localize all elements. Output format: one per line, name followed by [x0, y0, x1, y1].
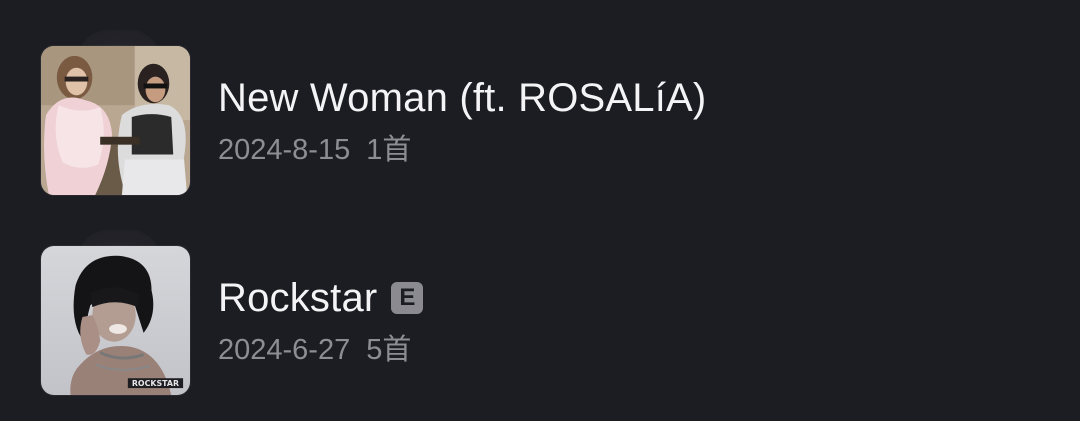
- album-row[interactable]: New Woman (ft. ROSALíA) 2024-8-15 1首: [0, 30, 1080, 196]
- album-row[interactable]: ROCKSTAR Rockstar E 2024-6-27 5首: [0, 230, 1080, 396]
- album-title-line: Rockstar E: [218, 276, 424, 320]
- release-date: 2024-6-27: [218, 334, 351, 366]
- album-title[interactable]: Rockstar: [218, 276, 377, 320]
- release-date: 2024-8-15: [218, 134, 351, 166]
- album-cover-two-women-icon: [41, 46, 190, 195]
- album-title[interactable]: New Woman (ft. ROSALíA): [218, 76, 706, 120]
- track-count: 5首: [366, 334, 412, 366]
- cover-logo-text: ROCKSTAR: [132, 379, 179, 388]
- album-title-line: New Woman (ft. ROSALíA): [218, 76, 706, 120]
- album-meta: 2024-8-15 1首: [218, 134, 411, 166]
- album-list: New Woman (ft. ROSALíA) 2024-8-15 1首 ROC…: [0, 0, 1080, 421]
- album-cover-image[interactable]: [40, 45, 191, 196]
- explicit-badge-icon: E: [391, 282, 424, 314]
- track-count: 1首: [366, 134, 412, 166]
- album-cover-rockstar-icon: ROCKSTAR: [41, 246, 190, 395]
- album-meta: 2024-6-27 5首: [218, 334, 411, 366]
- album-cover-image[interactable]: ROCKSTAR: [40, 245, 191, 396]
